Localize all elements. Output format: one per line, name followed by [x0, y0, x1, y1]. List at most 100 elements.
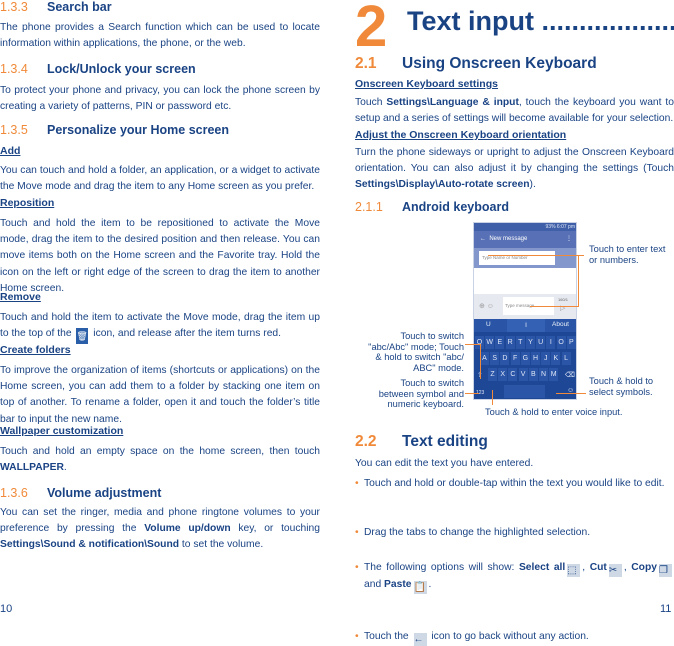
text: Touch the: [364, 631, 412, 643]
keyboard-settings-subheading: Onscreen Keyboard settings: [355, 78, 498, 90]
text: You can touch and hold a folder, an appl…: [0, 165, 320, 193]
bold-text: Copy: [631, 562, 657, 574]
wallpaper-paragraph: Touch and hold an empty space on the hom…: [0, 444, 320, 476]
key-j[interactable]: J: [541, 352, 551, 365]
key-e[interactable]: E: [495, 336, 505, 349]
key-f[interactable]: F: [510, 352, 520, 365]
callout-line: [530, 306, 578, 307]
key-h[interactable]: H: [531, 352, 540, 365]
callout-voice: Touch & hold to enter voice input.: [485, 407, 623, 417]
bold-text: Settings\Display\Auto-rotate screen: [355, 179, 530, 191]
key-o[interactable]: O: [556, 336, 566, 349]
recipient-bar: Type Name or Number: [474, 248, 576, 268]
key-a[interactable]: A: [480, 352, 489, 365]
recipient-input[interactable]: Type Name or Number: [479, 251, 555, 265]
bold-text: Select all: [518, 562, 566, 574]
key-d[interactable]: D: [500, 352, 510, 365]
bold-text: Settings\Sound & notification\Sound: [0, 539, 180, 551]
key-l[interactable]: L: [561, 352, 571, 365]
key-t[interactable]: T: [515, 336, 525, 349]
paste-icon: 📋: [413, 581, 427, 595]
orientation-paragraph: Turn the phone sideways or upright to ad…: [355, 145, 674, 194]
key-r[interactable]: R: [505, 336, 515, 349]
key-u[interactable]: U: [536, 336, 546, 349]
keyboard: U I About QWERTYUIOPASDFGHJKLZXCVBNM 123…: [474, 319, 576, 399]
back-arrow-icon: ←: [413, 633, 427, 646]
wallpaper-subheading: Wallpaper customization: [0, 425, 124, 437]
key-g[interactable]: G: [520, 352, 530, 365]
copy-icon: ❐: [659, 564, 672, 578]
callout-line: [488, 255, 584, 256]
bold-text: Settings\Language & input: [386, 97, 519, 108]
suggestion-strip: U I About: [474, 319, 576, 332]
key-y[interactable]: Y: [526, 336, 535, 349]
remove-subheading: Remove: [0, 291, 41, 303]
callout-switch-symbol: Touch to switch between symbol and numer…: [378, 378, 464, 409]
text: key, or touching: [230, 523, 320, 535]
suggestion[interactable]: About: [552, 321, 569, 328]
space-key[interactable]: [504, 385, 545, 398]
char-counter: 160/1: [558, 297, 569, 302]
key-i[interactable]: I: [546, 336, 556, 349]
text: Touch and hold or double-tap within the …: [364, 478, 665, 489]
key-w[interactable]: W: [485, 336, 495, 349]
heading-1-3-5: 1.3.5 Personalize your Home screen: [0, 123, 230, 137]
text: To improve the organization of items (sh…: [0, 365, 320, 425]
chapter-title: Text input ....................: [407, 6, 674, 36]
bullet-item: The following options will show: Select …: [355, 560, 674, 595]
text: Drag the tabs to change the highlighted …: [364, 527, 591, 539]
key-m[interactable]: M: [549, 368, 559, 381]
key-b[interactable]: B: [528, 368, 538, 381]
add-subheading: Add: [0, 145, 21, 157]
bold-text: Paste: [384, 579, 412, 591]
bullet-item: Touch and hold or double-tap within the …: [355, 476, 674, 492]
heading-1-3-6: 1.3.6 Volume adjustment: [0, 486, 162, 500]
bullet-item: Touch the ← icon to go back without any …: [355, 629, 674, 646]
callout-enter-text: Touch to enter text or numbers.: [589, 244, 666, 265]
text: Turn the phone sideways or upright to ad…: [355, 147, 674, 175]
reposition-paragraph: Touch and hold the item to be reposition…: [0, 216, 320, 297]
text: .: [63, 462, 67, 474]
text: Touch and hold the item to be reposition…: [0, 218, 320, 294]
key-z[interactable]: Z: [488, 368, 497, 381]
attach-icon[interactable]: ⊕ ☺: [479, 302, 494, 310]
key-k[interactable]: K: [551, 352, 561, 365]
key-p[interactable]: P: [566, 336, 576, 349]
key-v[interactable]: V: [518, 368, 528, 381]
text: The following options will show:: [364, 562, 519, 574]
key-s[interactable]: S: [490, 352, 500, 365]
reposition-subheading: Reposition: [0, 197, 55, 209]
chapter-number: 2: [355, 0, 388, 59]
heading-1-3-4: 1.3.4 Lock/Unlock your screen: [0, 62, 196, 76]
bold-text: Cut: [589, 562, 607, 574]
key-x[interactable]: X: [498, 368, 508, 381]
lock-paragraph: To protect your phone and privacy, you c…: [0, 83, 320, 115]
callout-line: [492, 390, 493, 405]
select-all-icon: ⬚: [567, 564, 581, 578]
text: icon to go back without any action.: [428, 631, 589, 643]
key-n[interactable]: N: [539, 368, 548, 381]
back-arrow-icon: ←: [480, 236, 486, 242]
app-bar: ← New message ⋮: [474, 231, 576, 248]
text: ,: [582, 562, 590, 574]
key-c[interactable]: C: [508, 368, 518, 381]
backspace-icon[interactable]: ⌫: [565, 371, 575, 379]
text: .: [428, 579, 432, 591]
text-editing-intro: You can edit the text you have entered.: [355, 458, 534, 469]
heading-2-1-1: 2.1.1 Android keyboard: [355, 200, 509, 214]
create-folders-subheading: Create folders: [0, 344, 71, 356]
orientation-subheading: Adjust the Onscreen Keyboard orientation: [355, 129, 567, 141]
callout-line: [465, 393, 479, 394]
callout-line: [480, 344, 481, 379]
suggestion[interactable]: U: [486, 321, 491, 328]
keyboard-settings-paragraph: Touch Settings\Language & input, touch t…: [355, 95, 674, 127]
text: ).: [529, 179, 536, 191]
add-paragraph: You can touch and hold a folder, an appl…: [0, 163, 320, 195]
text: Touch and hold an empty space on the hom…: [0, 446, 320, 457]
heading-1-3-3: 1.3.3 Search bar: [0, 0, 112, 14]
heading-2-1: 2.1 Using Onscreen Keyboard: [355, 55, 597, 72]
page-number-right: 11: [660, 603, 672, 615]
page-number-left: 10: [0, 603, 13, 615]
suggestion[interactable]: I: [507, 319, 545, 332]
text: Touch: [355, 97, 387, 108]
